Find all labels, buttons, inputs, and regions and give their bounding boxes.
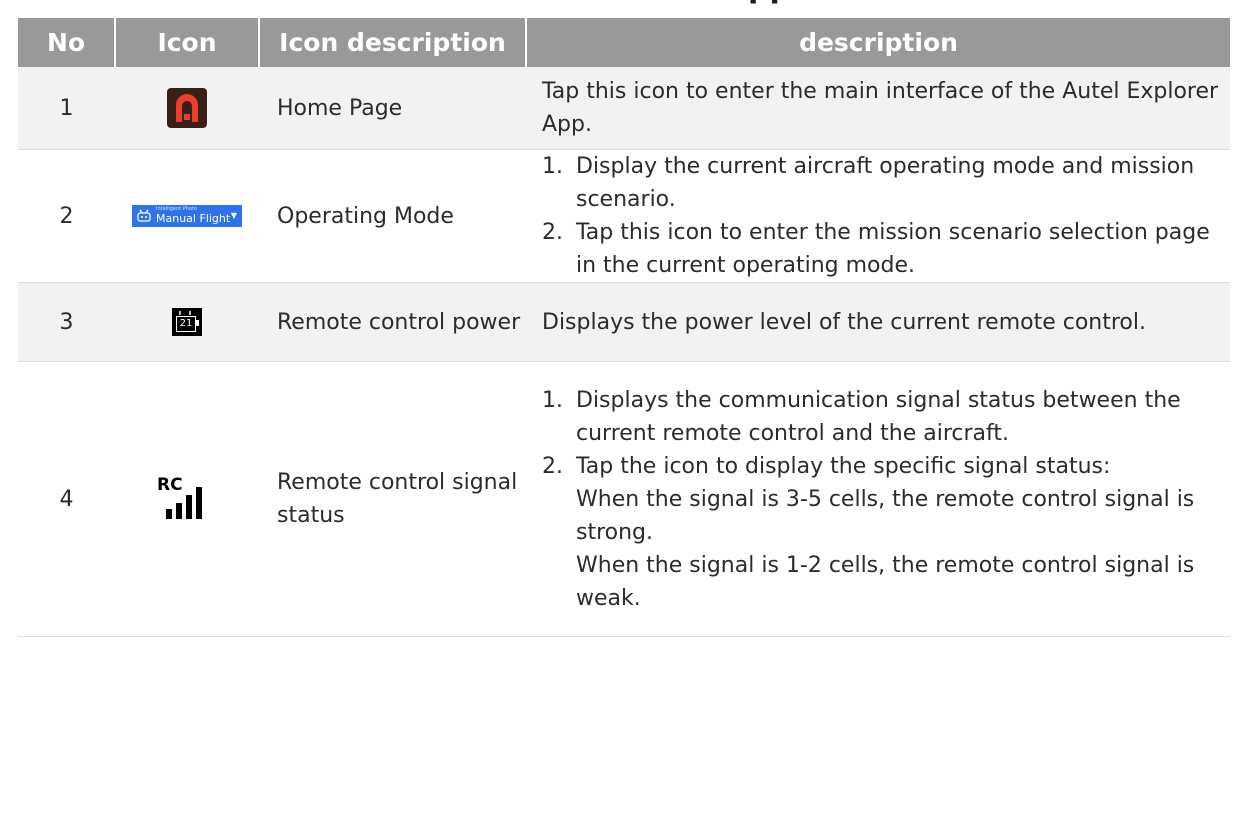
document-page: pp No Icon Icon description description … bbox=[0, 0, 1248, 829]
rc-signal-icon: RC bbox=[157, 475, 217, 523]
row-number: 3 bbox=[18, 282, 115, 362]
table-header-row: No Icon Icon description description bbox=[18, 18, 1230, 67]
icon-label: Remote control signal status bbox=[259, 361, 526, 637]
list-number: 2. bbox=[542, 453, 563, 479]
signal-note-strong: When the signal is 3-5 cells, the remote… bbox=[576, 486, 1195, 545]
list-item: 2. Tap this icon to enter the mission sc… bbox=[542, 216, 1226, 282]
icon-label: Remote control power bbox=[259, 282, 526, 362]
battery-value: 21 bbox=[176, 316, 196, 332]
header-icon-description: Icon description bbox=[258, 18, 526, 67]
list-text: Displays the communication signal status… bbox=[576, 387, 1181, 446]
table-row: 2 Intelligent Photo Manual Flight ▼ Oper… bbox=[18, 149, 1230, 283]
icon-label: Operating Mode bbox=[259, 149, 526, 283]
list-item: 1. Display the current aircraft operatin… bbox=[542, 150, 1226, 216]
table-row: 4 RC Remote control signal status 1. Dis… bbox=[18, 361, 1230, 637]
rc-battery-icon: 21 bbox=[172, 308, 202, 336]
description-list: 1. Displays the communication signal sta… bbox=[542, 384, 1226, 615]
row-number: 1 bbox=[18, 67, 115, 150]
icon-cell: Intelligent Photo Manual Flight ▼ bbox=[115, 149, 259, 283]
row-number: 2 bbox=[18, 149, 115, 283]
list-number: 2. bbox=[542, 220, 563, 245]
list-number: 1. bbox=[542, 387, 563, 413]
mode-main-label: Manual Flight bbox=[156, 212, 231, 225]
icon-cell: 21 bbox=[115, 282, 259, 362]
icon-label: Home Page bbox=[259, 67, 526, 150]
signal-note-weak: When the signal is 1-2 cells, the remote… bbox=[576, 552, 1195, 611]
list-text: Tap the icon to display the specific sig… bbox=[576, 450, 1226, 615]
header-icon: Icon bbox=[114, 18, 259, 67]
row-number: 4 bbox=[18, 361, 115, 637]
list-text: Display the current aircraft operating m… bbox=[576, 154, 1195, 212]
description-cell: 1. Display the current aircraft operatin… bbox=[526, 149, 1230, 283]
operating-mode-icon: Intelligent Photo Manual Flight ▼ bbox=[132, 205, 242, 227]
list-number: 1. bbox=[542, 154, 563, 179]
header-no: No bbox=[18, 18, 115, 67]
table-row: 1 Home Page Tap this icon to enter the m… bbox=[18, 67, 1230, 150]
list-item: 1. Displays the communication signal sta… bbox=[542, 384, 1226, 450]
drone-icon bbox=[136, 208, 152, 228]
header-description: description bbox=[525, 18, 1230, 67]
table-row: 3 21 Remote control power Displays the p… bbox=[18, 282, 1230, 362]
autel-home-icon bbox=[167, 88, 207, 128]
description-text: Displays the power level of the current … bbox=[526, 282, 1230, 362]
icon-description-table: No Icon Icon description description 1 H… bbox=[18, 18, 1230, 637]
caret-down-icon: ▼ bbox=[230, 211, 237, 220]
heading-fragment: pp bbox=[748, 0, 791, 5]
description-text: Tap this icon to enter the main interfac… bbox=[526, 67, 1230, 150]
description-list: 1. Display the current aircraft operatin… bbox=[542, 150, 1226, 282]
list-text-main: Tap the icon to display the specific sig… bbox=[576, 453, 1111, 479]
icon-cell: RC bbox=[115, 361, 259, 637]
icon-cell bbox=[115, 67, 259, 150]
clipped-heading: pp bbox=[748, 0, 791, 5]
list-text: Tap this icon to enter the mission scena… bbox=[576, 220, 1210, 278]
description-cell: 1. Displays the communication signal sta… bbox=[526, 361, 1230, 637]
list-item: 2. Tap the icon to display the specific … bbox=[542, 450, 1226, 615]
